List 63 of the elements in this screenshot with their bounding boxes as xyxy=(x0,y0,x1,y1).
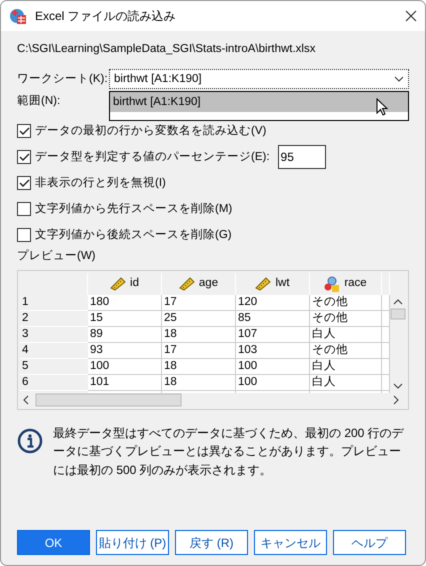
worksheet-label: ワークシート(K): xyxy=(17,72,109,87)
ruler-icon xyxy=(255,276,272,290)
table-cell: 25 xyxy=(162,310,236,326)
range-label: 範囲(N): xyxy=(17,94,60,109)
row-number: 3 xyxy=(20,326,88,342)
table-cell: その他 xyxy=(310,310,382,326)
chevron-down-icon xyxy=(394,76,404,82)
table-cell: 17 xyxy=(162,342,236,358)
dialog-button[interactable]: キャンセル xyxy=(254,530,327,555)
checkbox-label: 文字列値から後続スペースを削除(G) xyxy=(35,227,232,243)
table-cell: 107 xyxy=(236,326,310,342)
info-message: 最終データ型はすべてのデータに基づくため、最初の 200 行のデータに基づくプレビューとは異なることがあります。プレビューには最初の 500 列のみが表示されます。 xyxy=(53,424,405,479)
table-cell: 18 xyxy=(162,326,236,342)
table-cell: その他 xyxy=(310,294,382,310)
file-path: C:\SGI\Learning\SampleData_SGI\Stats-introA\birthwt.xlsx xyxy=(17,42,316,57)
dialog-button[interactable]: 戻す (R) xyxy=(175,530,248,555)
checkbox-label: データ型を判定する値のパーセンテージ(E): xyxy=(35,150,270,165)
table-cell: 100 xyxy=(236,374,310,390)
row-number: 2 xyxy=(20,310,88,326)
row-number: 6 xyxy=(20,374,88,390)
checkbox[interactable] xyxy=(17,176,31,190)
table-cell: 17 xyxy=(162,294,236,310)
table-cell: その他 xyxy=(310,342,382,358)
checkbox-label: 文字列値から先行スペースを削除(M) xyxy=(35,201,232,217)
window-title: Excel ファイルの読み込み xyxy=(35,8,177,25)
checkbox-label: 非表示の行と列を無視(I) xyxy=(35,176,166,191)
dropdown-option[interactable]: birthwt [A1:K190] xyxy=(110,92,408,112)
table-cell: 103 xyxy=(236,342,310,358)
table-cell: 18 xyxy=(162,358,236,374)
checkbox[interactable] xyxy=(17,150,31,164)
info-icon xyxy=(17,428,43,454)
row-number: 4 xyxy=(20,342,88,358)
table-cell: 180 xyxy=(88,294,162,310)
dialog-button[interactable]: OK xyxy=(17,530,90,555)
close-icon[interactable] xyxy=(405,10,417,22)
dialog-button[interactable]: ヘルプ xyxy=(333,530,406,555)
table-cell: 93 xyxy=(88,342,162,358)
table-cell: 白人 xyxy=(310,326,382,342)
percentage-field[interactable]: 95 xyxy=(278,145,326,170)
row-number: 1 xyxy=(20,294,88,310)
dialog-button[interactable]: 貼り付け (P) xyxy=(96,530,169,555)
ruler-icon xyxy=(110,276,126,290)
table-cell: 100 xyxy=(88,358,162,374)
mouse-cursor-icon xyxy=(376,98,388,116)
ruler-icon xyxy=(178,276,195,290)
table-cell: 15 xyxy=(88,310,162,326)
checkbox-label: データの最初の行から変数名を読み込む(V) xyxy=(35,123,266,139)
table-cell: 89 xyxy=(88,326,162,342)
table-cell: 白人 xyxy=(310,358,382,374)
checkbox[interactable] xyxy=(17,124,31,138)
table-cell: 85 xyxy=(236,310,310,326)
app-icon xyxy=(9,7,27,25)
table-cell: 101 xyxy=(88,374,162,390)
table-cell: 白人 xyxy=(310,374,382,390)
checkbox[interactable] xyxy=(17,228,31,242)
nominal-icon xyxy=(324,276,340,292)
table-cell: 100 xyxy=(236,358,310,374)
worksheet-dropdown[interactable]: birthwt [A1:K190] xyxy=(109,69,409,90)
table-cell: 120 xyxy=(236,294,310,310)
preview-label: プレビュー(W) xyxy=(17,248,97,264)
table-cell: 18 xyxy=(162,374,236,390)
row-number: 5 xyxy=(20,358,88,374)
checkbox[interactable] xyxy=(17,202,31,216)
